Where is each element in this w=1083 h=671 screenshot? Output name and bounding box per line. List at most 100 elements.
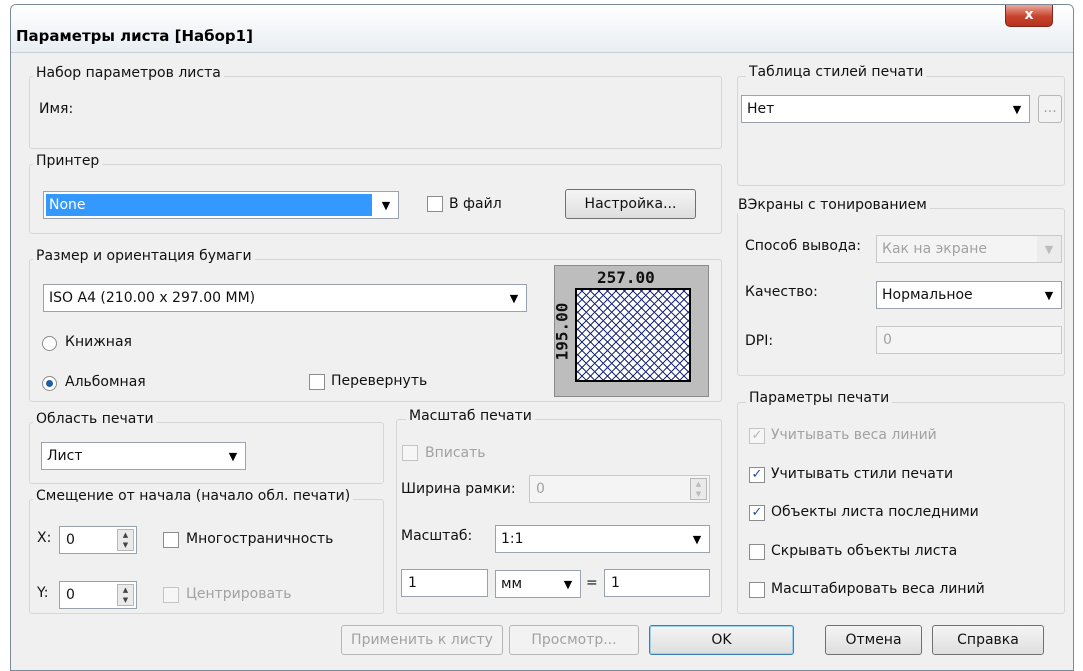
offset-y-input[interactable]: 0 ▲ ▼: [59, 581, 137, 609]
to-file-checkbox[interactable]: [427, 196, 443, 212]
help-button[interactable]: Справка: [932, 625, 1044, 655]
scale-units-value-2[interactable]: 1: [604, 569, 710, 597]
offset-y-value: 0: [66, 587, 75, 603]
dpi-input[interactable]: 0: [876, 326, 1062, 354]
scale-units-value-2-text: 1: [611, 575, 620, 591]
offset-x-input[interactable]: 0 ▲ ▼: [59, 526, 137, 554]
printer-select-value: None: [49, 197, 86, 213]
scale-units-value-1-text: 1: [408, 575, 417, 591]
center-checkbox[interactable]: [163, 587, 179, 603]
chevron-down-icon: ▼: [563, 577, 573, 591]
portrait-radio[interactable]: [42, 336, 57, 351]
scale-units-value-1[interactable]: 1: [401, 569, 488, 597]
offset-legend: Смещение от начала (начало обл. печати): [33, 488, 354, 504]
dpi-value: 0: [883, 332, 892, 348]
scale-select[interactable]: 1:1 ▼: [495, 525, 710, 553]
cancel-button[interactable]: Отмена: [825, 625, 922, 655]
option-lineweights-label[interactable]: Учитывать веса линий: [771, 427, 937, 443]
output-mode-select[interactable]: Как на экране ▼: [876, 235, 1062, 263]
close-button[interactable]: x: [1005, 5, 1053, 27]
frame-width-value: 0: [536, 481, 545, 497]
preview-button[interactable]: Просмотр...: [509, 625, 639, 655]
printer-select[interactable]: None ▼: [43, 191, 399, 219]
title-bar: Параметры листа [Набор1] x: [11, 5, 1073, 53]
plot-area-value: Лист: [47, 448, 83, 464]
option-scale-lineweights-checkbox[interactable]: [749, 582, 765, 598]
style-table-value: Нет: [747, 101, 775, 117]
scale-value: 1:1: [501, 531, 524, 547]
quality-label: Качество:: [745, 284, 818, 300]
apply-to-layout-button[interactable]: Применить к листу: [341, 625, 503, 655]
option-paperspace-last-checkbox[interactable]: ✓: [749, 505, 765, 521]
chevron-down-icon: ▼: [228, 449, 238, 463]
printer-select-highlight: [46, 194, 372, 216]
quality-value: Нормальное: [882, 287, 973, 303]
option-paperspace-last-label[interactable]: Объекты листа последними: [771, 504, 979, 520]
fit-checkbox[interactable]: [402, 445, 418, 461]
spin-up-icon: ▲: [695, 480, 702, 488]
style-table-legend: Таблица стилей печати: [746, 64, 927, 80]
ok-button[interactable]: OK: [649, 625, 794, 655]
portrait-label[interactable]: Книжная: [65, 334, 132, 350]
dialog-body: Набор параметров листа Имя: Принтер None…: [11, 53, 1073, 670]
dpi-label: DPI:: [745, 333, 774, 349]
chevron-down-icon: ▼: [509, 291, 519, 305]
landscape-label[interactable]: Альбомная: [65, 374, 146, 390]
output-mode-label: Способ вывода:: [745, 238, 861, 254]
sheet-set-name-label: Имя:: [39, 101, 74, 117]
preview-paper-hatch: [575, 288, 691, 382]
offset-y-label: Y:: [37, 585, 49, 601]
print-options-legend: Параметры печати: [746, 390, 893, 406]
page-setup-dialog: Параметры листа [Набор1] x Набор парамет…: [10, 4, 1074, 671]
equals-sign: =: [586, 575, 598, 591]
sheet-set-legend: Набор параметров листа: [33, 65, 224, 81]
frame-width-spinner[interactable]: ▲ ▼: [690, 478, 707, 500]
fit-label[interactable]: Вписать: [425, 445, 486, 461]
spin-up-icon: ▲: [122, 531, 129, 539]
multipage-label[interactable]: Многостраничность: [186, 531, 333, 547]
chevron-down-icon: ▼: [1012, 102, 1022, 116]
option-plotstyles-label[interactable]: Учитывать стили печати: [771, 466, 953, 482]
preview-height-label: 195.00: [552, 302, 572, 361]
spin-down-icon: ▼: [122, 596, 129, 604]
scale-label: Масштаб:: [401, 528, 473, 544]
output-mode-value: Как на экране: [882, 241, 987, 257]
style-table-select[interactable]: Нет ▼: [741, 95, 1030, 123]
option-hide-paperspace-checkbox[interactable]: [749, 544, 765, 560]
frame-width-label: Ширина рамки:: [401, 481, 516, 497]
to-file-label[interactable]: В файл: [449, 196, 502, 212]
chevron-down-icon: ▼: [381, 198, 391, 212]
paper-legend: Размер и ориентация бумаги: [33, 248, 255, 264]
option-plotstyles-checkbox[interactable]: ✓: [749, 467, 765, 483]
offset-x-label: X:: [37, 530, 52, 546]
printer-legend: Принтер: [33, 153, 103, 169]
paper-preview: 257.00 195.00: [552, 265, 709, 397]
shaded-legend: ВЭкраны с тонированием: [735, 197, 930, 213]
chevron-down-icon: ▼: [1037, 236, 1061, 262]
option-hide-paperspace-label[interactable]: Скрывать объекты листа: [771, 543, 957, 559]
option-lineweights-checkbox[interactable]: ✓: [749, 428, 765, 444]
scale-units-select[interactable]: мм ▼: [495, 570, 581, 598]
flip-checkbox[interactable]: [309, 374, 325, 390]
paper-size-select[interactable]: ISO A4 (210.00 x 297.00 MM) ▼: [43, 284, 527, 312]
spin-down-icon: ▼: [695, 490, 702, 498]
offset-x-spinner[interactable]: ▲ ▼: [117, 529, 134, 551]
dialog-title: Параметры листа [Набор1]: [16, 27, 253, 45]
center-label[interactable]: Центрировать: [186, 586, 291, 602]
plot-area-select[interactable]: Лист ▼: [41, 442, 246, 470]
flip-label[interactable]: Перевернуть: [331, 373, 427, 389]
option-scale-lineweights-label[interactable]: Масштабировать веса линий: [771, 581, 985, 597]
offset-x-value: 0: [66, 532, 75, 548]
printer-setup-button[interactable]: Настройка...: [565, 189, 696, 219]
preview-width-label: 257.00: [597, 268, 655, 287]
frame-width-input[interactable]: 0 ▲ ▼: [529, 475, 710, 503]
style-table-browse-button[interactable]: ...: [1038, 95, 1062, 123]
multipage-checkbox[interactable]: [163, 532, 179, 548]
quality-select[interactable]: Нормальное ▼: [876, 281, 1062, 309]
chevron-down-icon: ▼: [1044, 288, 1054, 302]
paper-size-value: ISO A4 (210.00 x 297.00 MM): [49, 290, 256, 306]
landscape-radio[interactable]: [42, 376, 57, 391]
scale-units-value: мм: [501, 576, 523, 592]
spin-down-icon: ▼: [122, 541, 129, 549]
offset-y-spinner[interactable]: ▲ ▼: [117, 584, 134, 606]
